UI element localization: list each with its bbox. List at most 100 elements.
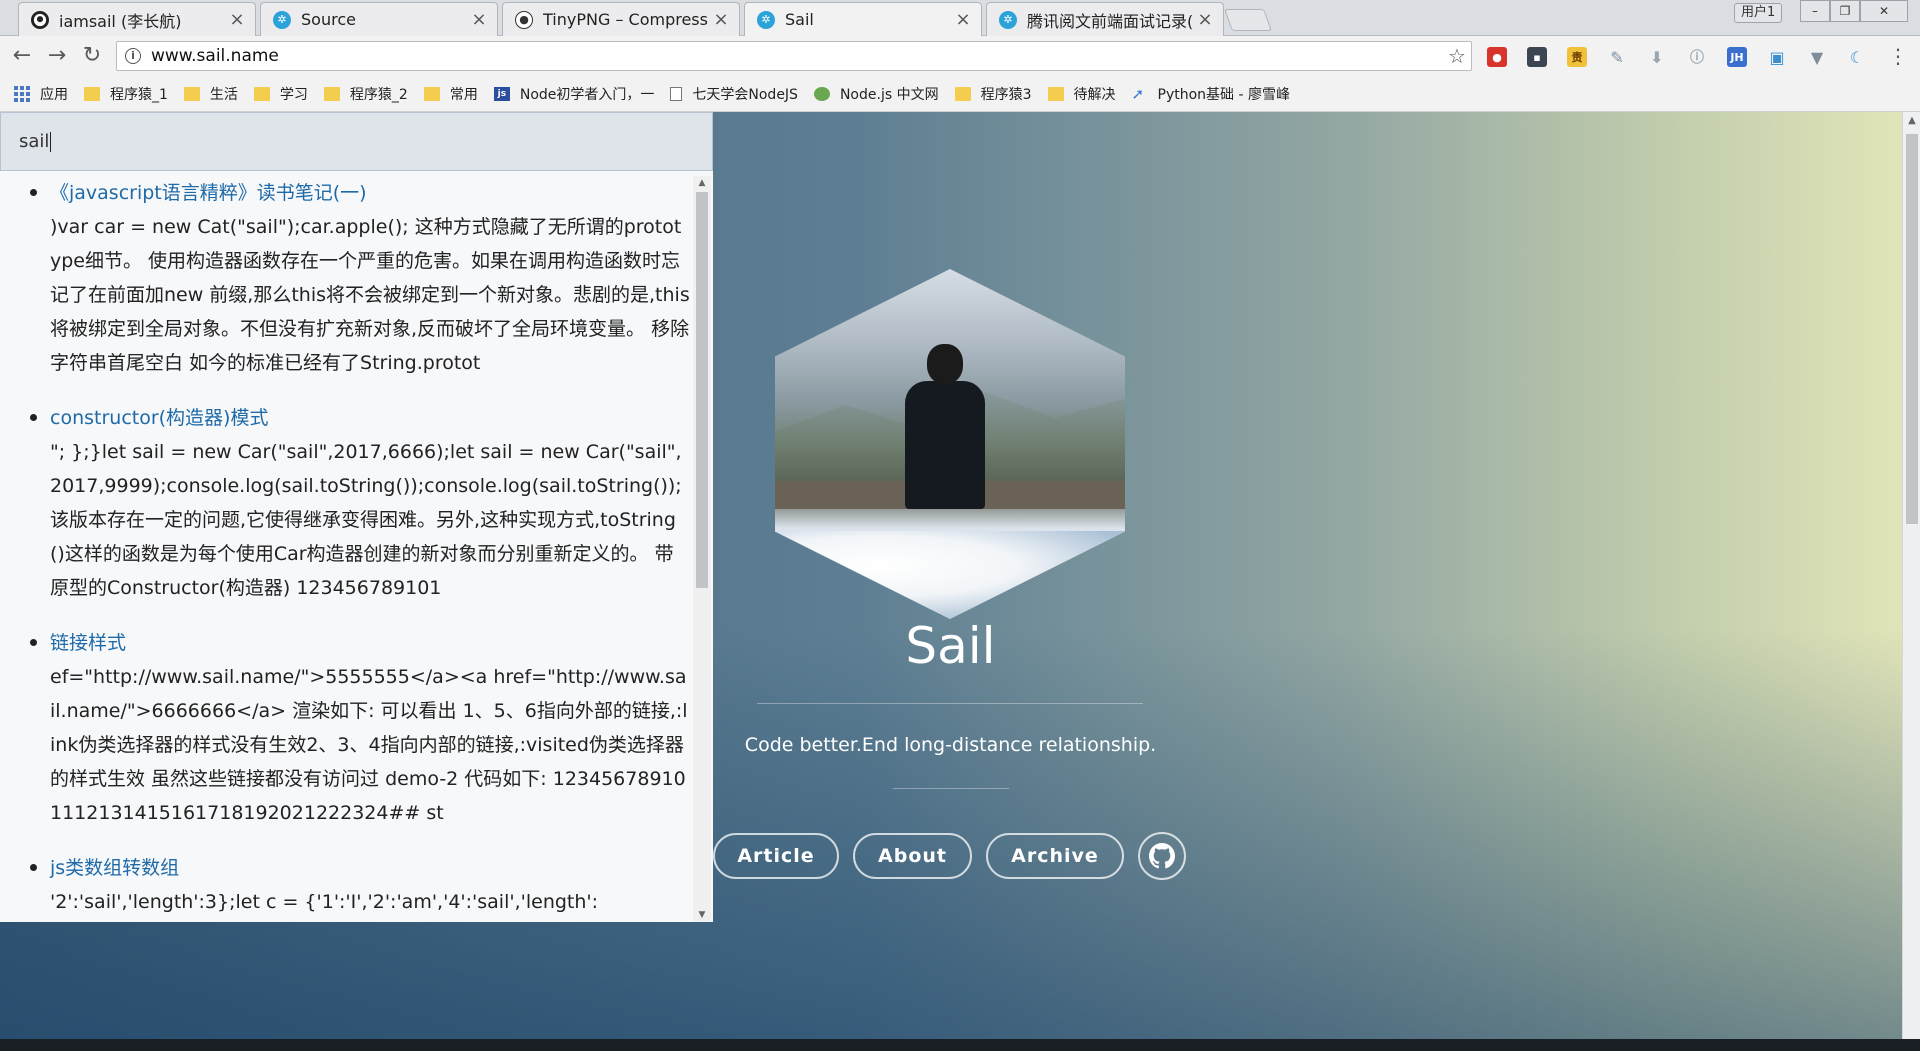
- result-title-link[interactable]: js类数组转数组: [50, 852, 695, 885]
- address-bar[interactable]: i www.sail.name ☆: [116, 41, 1472, 71]
- result-title-link[interactable]: 《javascript语言精粹》读书笔记(一): [50, 177, 695, 210]
- folder-icon: [323, 86, 340, 101]
- tab-iamsail[interactable]: iamsail (李长航) ×: [18, 2, 256, 36]
- bookmark-label: 程序猿_1: [110, 86, 168, 103]
- avatar: [775, 269, 1125, 619]
- result-snippet: )var car = new Cat("sail");car.apple(); …: [50, 216, 690, 374]
- result-snippet: ef="http://www.sail.name/">5555555</a><a…: [50, 666, 688, 824]
- extension-icon[interactable]: ☾: [1847, 47, 1867, 67]
- bookmark-label: 应用: [40, 86, 68, 103]
- extension-icon[interactable]: ⓘ: [1687, 47, 1707, 67]
- tab-source[interactable]: ✲ Source ×: [260, 2, 498, 36]
- github-button[interactable]: [1138, 832, 1186, 880]
- bookmark-label: 程序猿3: [980, 86, 1032, 103]
- bookmark-label: Python基础 - 廖雪峰: [1157, 86, 1290, 103]
- close-window-button[interactable]: ✕: [1860, 0, 1908, 22]
- folder-icon: [423, 86, 440, 101]
- bookmark-folder[interactable]: 程序猿3: [954, 84, 1032, 104]
- sail-logo-icon: ✲: [273, 10, 291, 29]
- tab-title: TinyPNG – Compress P: [543, 10, 713, 29]
- nav-about-button[interactable]: About: [853, 833, 972, 879]
- folder-icon: [1047, 86, 1064, 101]
- tab-interview-notes[interactable]: ✲ 腾讯阅文前端面试记录( ×: [986, 2, 1224, 36]
- menu-icon[interactable]: ⋮: [1888, 44, 1908, 68]
- bookmark-folder[interactable]: 常用: [423, 84, 478, 104]
- forward-button[interactable]: →: [45, 44, 69, 68]
- bookmark-label: 常用: [449, 86, 478, 103]
- user-profile-button[interactable]: 用户1: [1734, 3, 1783, 23]
- taskbar: [0, 1039, 1920, 1051]
- bookmark-folder[interactable]: 待解决: [1047, 84, 1116, 104]
- scroll-up-arrow-icon[interactable]: ▲: [1903, 112, 1920, 130]
- divider: [757, 703, 1143, 704]
- new-tab-button[interactable]: [1223, 9, 1273, 31]
- folder-icon: [954, 86, 971, 101]
- scroll-down-arrow-icon[interactable]: ▼: [693, 908, 711, 922]
- bookmark-star-icon[interactable]: ☆: [1443, 44, 1471, 68]
- bookmark-label: 待解决: [1073, 86, 1116, 103]
- url-text[interactable]: www.sail.name: [151, 46, 1443, 66]
- bookmark-folder[interactable]: 生活: [183, 84, 238, 104]
- bookmark-link[interactable]: 七天学会NodeJS: [670, 84, 798, 104]
- rocket-icon: ➚: [1131, 84, 1145, 103]
- panda-icon: ●: [515, 10, 533, 29]
- profile-hero: Sail Code better.End long-distance relat…: [713, 112, 1900, 1051]
- search-query-text: sail: [19, 131, 50, 152]
- eyedropper-icon[interactable]: ✎: [1607, 47, 1627, 67]
- tab-sail[interactable]: ✲ Sail ×: [744, 2, 982, 36]
- bookmark-label: 程序猿_2: [349, 86, 408, 103]
- tab-title: 腾讯阅文前端面试记录(: [1027, 11, 1194, 31]
- scrollbar-thumb[interactable]: [696, 192, 708, 588]
- bookmark-label: Node初学者入门，一: [519, 86, 655, 103]
- page-scrollbar[interactable]: ▲: [1902, 112, 1920, 1039]
- extension-icon[interactable]: 责: [1567, 47, 1587, 67]
- bookmark-folder[interactable]: 程序猿_1: [84, 84, 168, 104]
- text-caret: [50, 132, 52, 152]
- hero-nav: Article About Archive: [713, 832, 1186, 880]
- nodejs-icon: [813, 86, 830, 101]
- github-icon: [31, 10, 49, 29]
- nav-article-button[interactable]: Article: [713, 833, 839, 879]
- site-tagline: Code better.End long-distance relationsh…: [744, 734, 1157, 756]
- search-panel: sail 《javascript语言精粹》读书笔记(一) )var car = …: [0, 112, 713, 922]
- divider: [893, 788, 1009, 789]
- search-result: 《javascript语言精粹》读书笔记(一) )var car = new C…: [30, 177, 695, 380]
- minimize-button[interactable]: –: [1800, 0, 1830, 22]
- extension-icon[interactable]: JH: [1727, 47, 1747, 67]
- tab-title: Sail: [785, 10, 814, 29]
- bookmark-link[interactable]: ➚ Python基础 - 廖雪峰: [1132, 84, 1290, 104]
- bookmark-apps[interactable]: 应用: [14, 84, 68, 104]
- scrollbar-thumb[interactable]: [1906, 134, 1918, 524]
- results-scrollbar[interactable]: ▲ ▼: [693, 176, 711, 922]
- browser-toolbar: ← → ↻ i www.sail.name ☆ ● ▪ 责 ✎ ⬇ ⓘ JH ▣…: [0, 36, 1920, 76]
- close-icon[interactable]: ×: [229, 10, 245, 28]
- close-icon[interactable]: ×: [955, 10, 971, 28]
- screen-icon[interactable]: ▣: [1767, 47, 1787, 67]
- download-icon[interactable]: ⬇: [1647, 47, 1667, 67]
- bookmark-link[interactable]: Node.js 中文网: [813, 84, 939, 104]
- hexagon-photo: [775, 269, 1125, 619]
- result-title-link[interactable]: constructor(构造器)模式: [50, 402, 695, 435]
- search-result: js类数组转数组 '2':'sail','length':3};let c = …: [30, 852, 695, 919]
- back-button[interactable]: ←: [10, 44, 34, 68]
- vue-icon[interactable]: ▼: [1807, 47, 1827, 67]
- bookmark-link[interactable]: js Node初学者入门，一: [493, 84, 655, 104]
- bookmark-folder[interactable]: 学习: [253, 84, 308, 104]
- extension-icon[interactable]: ▪: [1527, 47, 1547, 67]
- info-icon[interactable]: i: [125, 48, 141, 64]
- close-icon[interactable]: ×: [713, 10, 729, 28]
- tab-title: Source: [301, 10, 356, 29]
- scroll-up-arrow-icon[interactable]: ▲: [693, 176, 711, 190]
- close-icon[interactable]: ×: [471, 10, 487, 28]
- reload-button[interactable]: ↻: [80, 44, 104, 68]
- nav-archive-button[interactable]: Archive: [986, 833, 1124, 879]
- search-input[interactable]: sail: [0, 112, 713, 171]
- bookmark-folder[interactable]: 程序猿_2: [323, 84, 408, 104]
- extension-icon[interactable]: ●: [1487, 47, 1507, 67]
- result-title-link[interactable]: 链接样式: [50, 627, 695, 660]
- folder-icon: [84, 86, 100, 101]
- close-icon[interactable]: ×: [1197, 10, 1213, 28]
- search-results-list: 《javascript语言精粹》读书笔记(一) )var car = new C…: [0, 171, 695, 922]
- tab-tinypng[interactable]: ● TinyPNG – Compress P ×: [502, 2, 740, 36]
- restore-button[interactable]: ❐: [1830, 0, 1860, 22]
